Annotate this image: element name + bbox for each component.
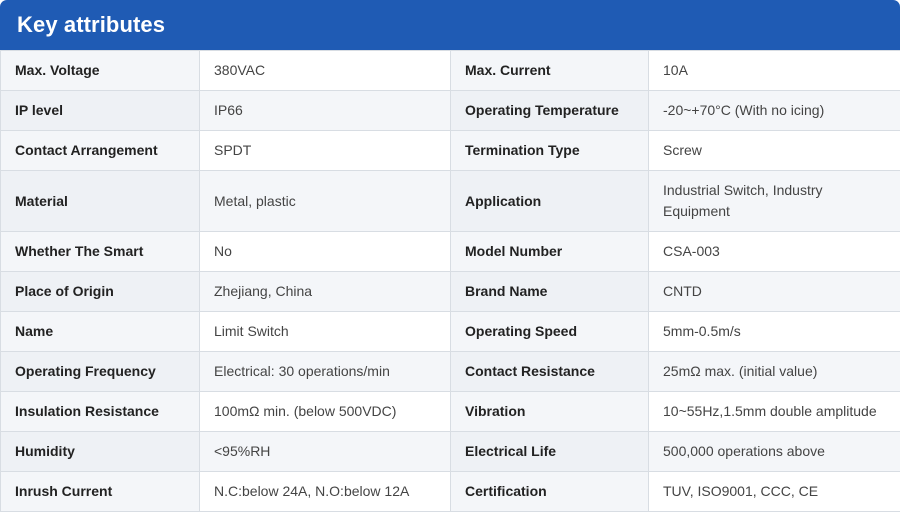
table-row: Max. Voltage 380VAC Max. Current 10A — [0, 50, 900, 91]
attribute-name: Model Number — [450, 231, 649, 272]
attribute-name: Certification — [450, 471, 649, 512]
table-row: IP level IP66 Operating Temperature -20~… — [0, 90, 900, 131]
attributes-table: Max. Voltage 380VAC Max. Current 10A IP … — [0, 50, 900, 512]
attribute-value: Electrical: 30 operations/min — [199, 351, 451, 392]
attribute-value: Zhejiang, China — [199, 271, 451, 312]
key-attributes-panel: Key attributes Max. Voltage 380VAC Max. … — [0, 0, 900, 512]
attribute-value: 25mΩ max. (initial value) — [648, 351, 900, 392]
attribute-name: Material — [0, 170, 200, 232]
attribute-value: <95%RH — [199, 431, 451, 472]
attribute-value: 5mm-0.5m/s — [648, 311, 900, 352]
attribute-name: Brand Name — [450, 271, 649, 312]
attribute-value: N.C:below 24A, N.O:below 12A — [199, 471, 451, 512]
attribute-name: Humidity — [0, 431, 200, 472]
attribute-value: 100mΩ min. (below 500VDC) — [199, 391, 451, 432]
attribute-value: Metal, plastic — [199, 170, 451, 232]
attribute-name: Vibration — [450, 391, 649, 432]
attribute-name: Operating Speed — [450, 311, 649, 352]
attribute-value: IP66 — [199, 90, 451, 131]
attribute-value: No — [199, 231, 451, 272]
attribute-name: Application — [450, 170, 649, 232]
attribute-value: Industrial Switch, Industry Equipment — [648, 170, 900, 232]
table-row: Operating Frequency Electrical: 30 opera… — [0, 351, 900, 392]
table-row: Place of Origin Zhejiang, China Brand Na… — [0, 271, 900, 312]
table-row: Insulation Resistance 100mΩ min. (below … — [0, 391, 900, 432]
attribute-value: CNTD — [648, 271, 900, 312]
attribute-value: TUV, ISO9001, CCC, CE — [648, 471, 900, 512]
attribute-name: Name — [0, 311, 200, 352]
attribute-name: Insulation Resistance — [0, 391, 200, 432]
attribute-value: 380VAC — [199, 50, 451, 91]
attribute-name: Operating Temperature — [450, 90, 649, 131]
attribute-name: Max. Voltage — [0, 50, 200, 91]
table-row: Humidity <95%RH Electrical Life 500,000 … — [0, 431, 900, 472]
panel-header: Key attributes — [0, 0, 900, 50]
table-row: Name Limit Switch Operating Speed 5mm-0.… — [0, 311, 900, 352]
attribute-value: Screw — [648, 130, 900, 171]
attribute-name: Place of Origin — [0, 271, 200, 312]
attribute-name: Whether The Smart — [0, 231, 200, 272]
attribute-value: 10~55Hz,1.5mm double amplitude — [648, 391, 900, 432]
attribute-value: SPDT — [199, 130, 451, 171]
attribute-name: Max. Current — [450, 50, 649, 91]
attribute-value: -20~+70°C (With no icing) — [648, 90, 900, 131]
attribute-value: 500,000 operations above — [648, 431, 900, 472]
attribute-name: Inrush Current — [0, 471, 200, 512]
table-row: Whether The Smart No Model Number CSA-00… — [0, 231, 900, 272]
attribute-name: Operating Frequency — [0, 351, 200, 392]
attribute-name: IP level — [0, 90, 200, 131]
attribute-name: Contact Resistance — [450, 351, 649, 392]
table-row: Contact Arrangement SPDT Termination Typ… — [0, 130, 900, 171]
table-row: Inrush Current N.C:below 24A, N.O:below … — [0, 471, 900, 512]
attribute-value: Limit Switch — [199, 311, 451, 352]
attribute-name: Electrical Life — [450, 431, 649, 472]
attribute-value: 10A — [648, 50, 900, 91]
attribute-name: Contact Arrangement — [0, 130, 200, 171]
attribute-value: CSA-003 — [648, 231, 900, 272]
table-row: Material Metal, plastic Application Indu… — [0, 170, 900, 232]
panel-title: Key attributes — [17, 12, 166, 37]
attribute-name: Termination Type — [450, 130, 649, 171]
